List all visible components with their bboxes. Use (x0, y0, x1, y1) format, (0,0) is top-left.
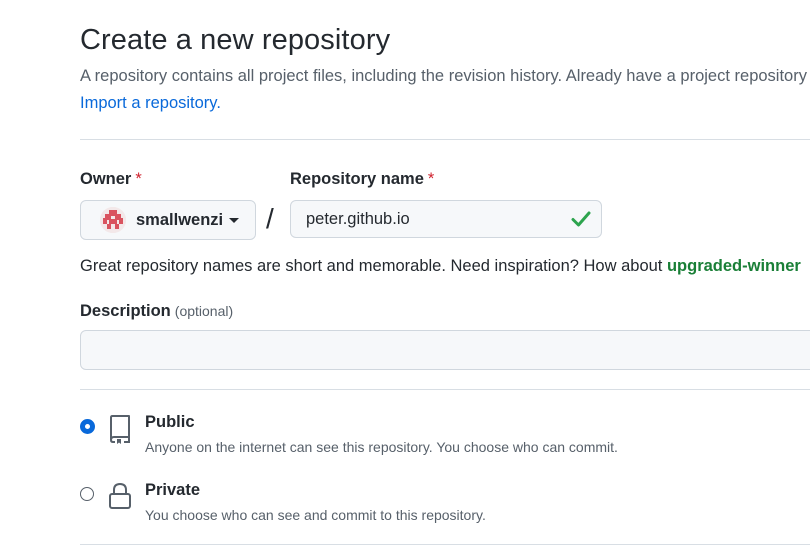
lock-icon (108, 482, 132, 515)
repo-name-required-mark: * (427, 170, 435, 188)
description-input[interactable] (80, 330, 810, 370)
owner-select-button[interactable]: smallwenzi (80, 200, 256, 240)
name-suggestion-link[interactable]: upgraded-winner (667, 257, 801, 275)
import-repository-link[interactable]: Import a repository. (80, 94, 221, 113)
check-icon (571, 210, 591, 233)
visibility-public-description: Anyone on the internet can see this repo… (145, 439, 618, 455)
owner-label: Owner * (80, 170, 142, 189)
repo-name-label-text: Repository name (290, 170, 424, 188)
divider-middle (80, 389, 810, 390)
avatar (100, 207, 126, 233)
repo-name-hint-text: Great repository names are short and mem… (80, 257, 667, 275)
owner-required-mark: * (135, 170, 142, 188)
repo-name-field-wrapper (290, 200, 602, 238)
page-subtitle: A repository contains all project files,… (80, 67, 810, 85)
owner-repo-separator: / (266, 203, 274, 234)
page-title: Create a new repository (80, 24, 391, 56)
divider-top (80, 139, 810, 140)
visibility-private-title: Private (145, 481, 201, 499)
create-repo-page: Create a new repository A repository con… (0, 0, 810, 553)
repo-icon (107, 414, 133, 449)
visibility-public-radio[interactable] (81, 420, 94, 433)
owner-label-text: Owner (80, 170, 132, 188)
visibility-public-title: Public (145, 413, 195, 431)
visibility-private-description: You choose who can see and commit to thi… (145, 507, 486, 523)
divider-bottom (80, 544, 810, 545)
description-label-text: Description (80, 302, 171, 320)
owner-name: smallwenzi (136, 210, 224, 229)
caret-down-icon (229, 217, 240, 223)
repo-name-label: Repository name * (290, 170, 434, 189)
repo-name-hint: Great repository names are short and mem… (80, 257, 801, 276)
repo-name-input[interactable] (306, 209, 556, 229)
visibility-private-radio[interactable] (80, 487, 94, 501)
description-optional-label: (optional) (174, 303, 234, 319)
description-label: Description (optional) (80, 302, 233, 321)
identicon-icon (100, 207, 126, 233)
